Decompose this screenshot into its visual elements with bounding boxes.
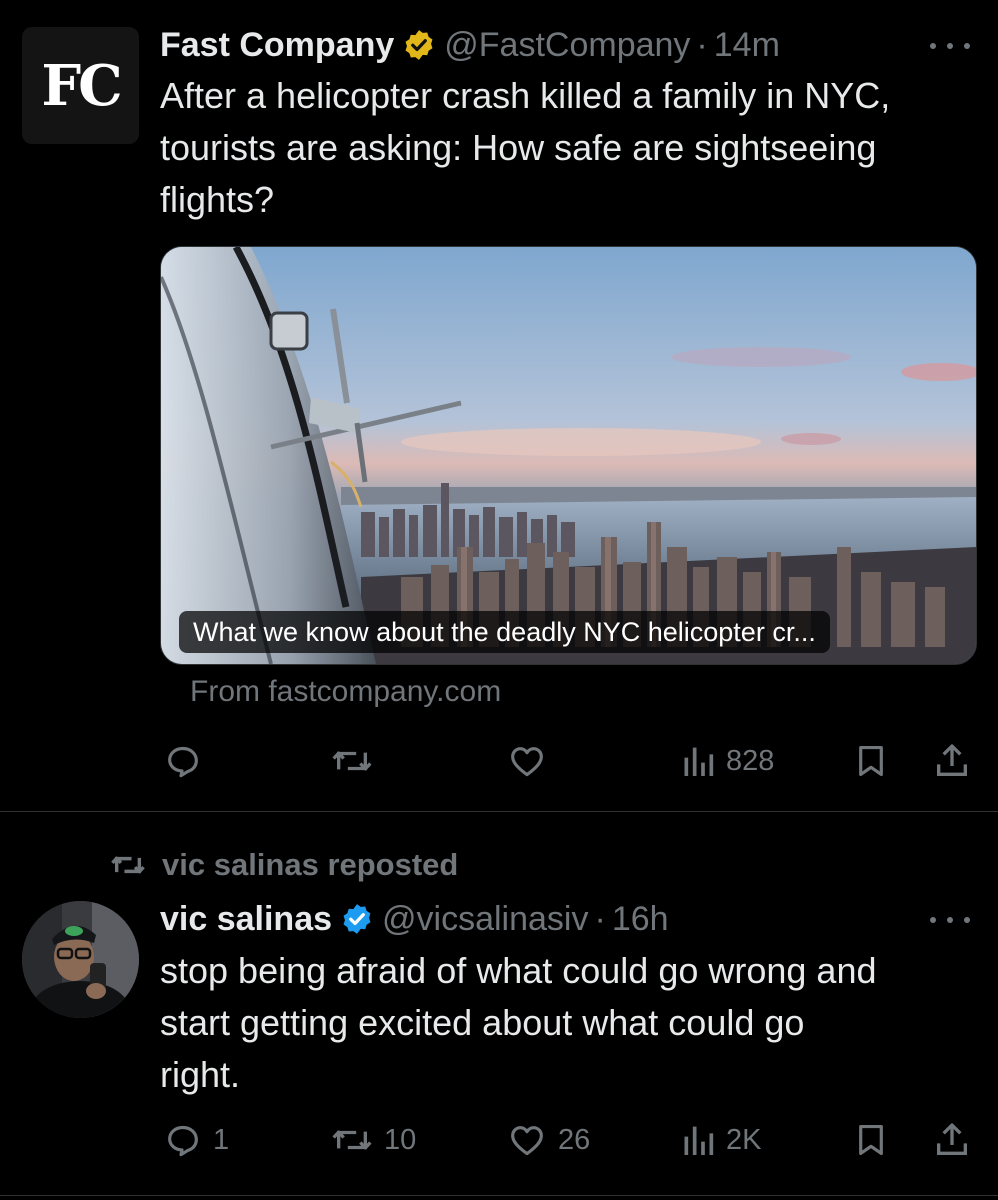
separator-dot: · <box>594 899 606 938</box>
display-name[interactable]: Fast Company <box>160 26 394 65</box>
timestamp[interactable]: 14m <box>714 26 780 65</box>
views-icon <box>684 747 714 776</box>
repost-icon <box>332 751 372 771</box>
tweet-text: stop being afraid of what could go wrong… <box>160 950 877 1095</box>
bookmark-icon <box>859 745 883 777</box>
share-button[interactable] <box>932 741 972 781</box>
avatar-vicsalinas[interactable] <box>22 901 139 1018</box>
views-count: 2K <box>726 1123 762 1156</box>
card-caption: What we know about the deadly NYC helico… <box>179 611 830 653</box>
handle[interactable]: @FastCompany <box>444 26 690 65</box>
views-icon <box>684 1126 714 1155</box>
tweet-fastcompany[interactable]: FC Fast Company @FastCompany · 14m After… <box>0 0 998 811</box>
repost-icon <box>111 856 145 874</box>
share-icon <box>937 744 967 776</box>
reply-icon <box>168 746 198 778</box>
share-button[interactable] <box>932 1120 972 1160</box>
verified-badge-icon[interactable] <box>340 902 374 936</box>
views-count: 828 <box>726 744 775 777</box>
reply-button[interactable]: 1 <box>163 1120 229 1160</box>
repost-button[interactable] <box>330 741 384 781</box>
reply-count: 1 <box>213 1123 230 1156</box>
views-button[interactable]: 2K <box>680 1120 761 1160</box>
tweet-header: Fast Company @FastCompany · 14m <box>160 22 780 68</box>
timestamp[interactable]: 16h <box>612 900 669 939</box>
more-icon[interactable] <box>930 36 970 56</box>
avatar-photo <box>22 901 139 1018</box>
bookmark-button[interactable] <box>852 741 890 781</box>
bookmark-icon <box>859 1124 883 1156</box>
tweet-header: vic salinas @vicsalinasiv · 16h <box>160 896 669 942</box>
verified-badge-icon[interactable] <box>402 28 436 62</box>
bookmark-button[interactable] <box>852 1120 890 1160</box>
repost-button[interactable]: 10 <box>330 1120 416 1160</box>
avatar-logo-text: FC <box>41 52 122 119</box>
tweet-text: After a helicopter crash killed a family… <box>160 75 891 220</box>
more-icon[interactable] <box>930 910 970 930</box>
reply-button[interactable] <box>163 741 213 781</box>
reply-icon <box>168 1125 198 1157</box>
card-source[interactable]: From fastcompany.com <box>190 675 501 709</box>
repost-context[interactable]: vic salinas reposted <box>108 843 458 887</box>
heart-icon <box>511 747 543 777</box>
share-icon <box>937 1123 967 1155</box>
link-card[interactable]: What we know about the deadly NYC helico… <box>160 246 977 665</box>
handle[interactable]: @vicsalinasiv <box>382 900 588 939</box>
like-button[interactable]: 26 <box>506 1120 590 1160</box>
like-count: 26 <box>558 1123 591 1156</box>
avatar-fastcompany[interactable]: FC <box>22 27 139 144</box>
separator-dot: · <box>696 25 708 64</box>
repost-icon <box>332 1130 372 1150</box>
heart-icon <box>511 1126 543 1156</box>
like-button[interactable] <box>506 741 558 781</box>
tweet-divider <box>0 1195 998 1196</box>
repost-label: vic salinas reposted <box>162 847 459 882</box>
views-button[interactable]: 828 <box>680 741 774 781</box>
card-image <box>161 247 976 664</box>
display-name[interactable]: vic salinas <box>160 900 332 939</box>
repost-count: 10 <box>384 1123 417 1156</box>
